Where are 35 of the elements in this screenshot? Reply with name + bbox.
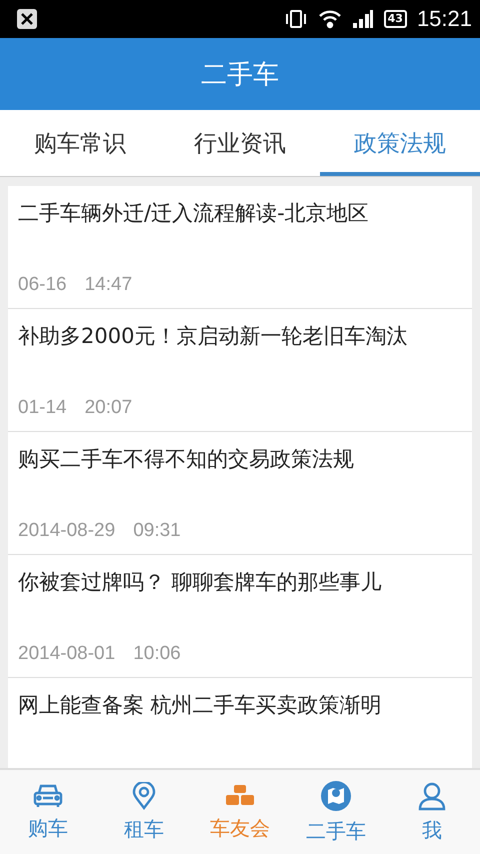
- article-title: 购买二手车不得不知的交易政策法规: [18, 446, 355, 473]
- article-time: 14:47: [84, 274, 132, 296]
- article-time: 09:31: [133, 520, 181, 542]
- category-tab[interactable]: 行业资讯: [160, 110, 320, 176]
- article-item[interactable]: 二手车辆外迁/迁入流程解读-北京地区 06-16 14:47: [8, 186, 472, 309]
- nav-item[interactable]: 二手车: [288, 770, 384, 854]
- nav-item[interactable]: 租车: [96, 770, 192, 854]
- vibrate-icon: [284, 9, 308, 29]
- car-icon: [33, 782, 63, 808]
- article-title: 网上能查备案 杭州二手车买卖政策渐明: [18, 692, 383, 719]
- map-icon: [320, 780, 352, 812]
- article-item[interactable]: 你被套过牌吗？ 聊聊套牌车的那些事儿 2014-08-01 10:06: [8, 555, 472, 678]
- article-time: 20:07: [84, 397, 132, 419]
- article-item[interactable]: 补助多2000元！京启动新一轮老旧车淘汰 01-14 20:07: [8, 309, 472, 432]
- clock: 15:21: [416, 6, 472, 32]
- location-pin-icon: [132, 782, 156, 810]
- wifi-icon: [318, 9, 342, 29]
- article-title: 你被套过牌吗？ 聊聊套牌车的那些事儿: [18, 569, 383, 596]
- signal-icon: [352, 9, 374, 29]
- article-date: 2014-08-29: [18, 520, 116, 542]
- category-tab[interactable]: 购车常识: [0, 110, 160, 176]
- article-time: 10:06: [133, 643, 181, 665]
- nav-item[interactable]: 我: [384, 770, 480, 854]
- article-date: 01-14: [18, 397, 67, 419]
- page-title: 二手车: [201, 58, 279, 92]
- person-icon: [417, 780, 447, 810]
- article-item[interactable]: 购买二手车不得不知的交易政策法规 2014-08-29 09:31: [8, 432, 472, 555]
- battery-level: 43: [384, 10, 407, 28]
- article-date: 2014-08-01: [18, 643, 116, 665]
- article-title: 补助多2000元！京启动新一轮老旧车淘汰: [18, 323, 408, 350]
- app-icon: [16, 8, 38, 30]
- nav-item[interactable]: 购车: [0, 770, 96, 854]
- category-tab[interactable]: 政策法规: [320, 110, 480, 176]
- article-title: 二手车辆外迁/迁入流程解读-北京地区: [18, 200, 370, 227]
- article-date: 06-16: [18, 274, 67, 296]
